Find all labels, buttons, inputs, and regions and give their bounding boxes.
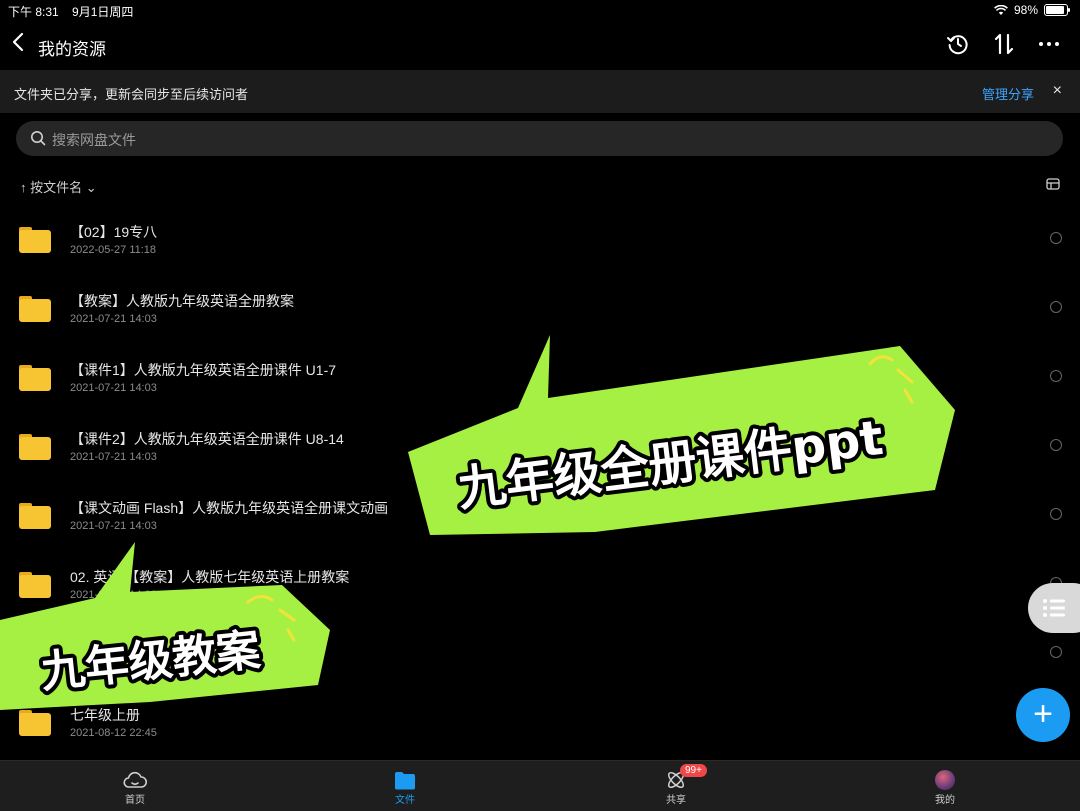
search-input[interactable] [50,121,954,158]
select-radio[interactable] [1050,646,1062,658]
list-icon [1043,599,1065,617]
file-name: 【课件1】人教版九年级英语全册课件 U1-7 [70,362,337,378]
battery-percent: 98% [1013,3,1038,17]
file-date: 2021-07-21 14:03 [70,520,157,532]
chevron-left-icon [12,32,24,52]
search-icon [31,131,46,146]
folder-icon [19,503,51,529]
more-icon[interactable] [1038,32,1060,56]
history-icon[interactable] [946,32,970,56]
list-item[interactable]: 【教案】人教版九年级英语全册教案 2021-07-21 14:03 [0,265,1080,334]
select-radio[interactable] [1050,508,1062,520]
manage-share-link[interactable]: 管理分享 [982,84,1034,103]
tab-share[interactable]: 99+ 共享 [636,764,716,806]
tab-files[interactable]: 文件 [365,769,445,806]
file-name: 【课文动画 Flash】人教版九年级英语全册课文动画 [70,500,389,516]
header: 我的资源 [0,22,1080,70]
select-radio[interactable] [1050,370,1062,382]
callout-lesson-plan: 九年级教案 [0,542,330,710]
file-date: 2022-05-27 11:18 [70,244,157,256]
callout-ppt: 九年级全册课件ppt [408,335,955,535]
sort-by-name[interactable]: ↑ 按文件名 ⌄ [20,177,97,196]
tab-label: 共享 [666,795,686,806]
battery-icon [1044,4,1070,16]
folder-icon [19,365,51,391]
tab-me[interactable]: 我的 [905,769,985,806]
file-date: 2021-07-21 14:03 [70,451,157,463]
select-radio[interactable] [1050,301,1062,313]
notification-badge: 99+ [680,764,707,777]
folder-icon [19,434,51,460]
file-name: 【课件2】人教版九年级英语全册课件 U8-14 [70,431,344,447]
tab-label: 文件 [395,795,415,806]
folder-icon [19,227,51,253]
file-date: 2021-07-21 14:03 [70,313,157,325]
cloud-icon [123,771,147,788]
page-title: 我的资源 [38,40,106,59]
folder-icon [395,771,415,789]
folder-icon [19,296,51,322]
status-time: 下午 8:31 [8,5,59,19]
wifi-icon [994,4,1008,15]
file-name: 【教案】人教版九年级英语全册教案 [70,293,294,309]
list-view-fab[interactable] [1028,583,1080,633]
status-bar: 下午 8:31 9月1日周四 98% [0,0,1080,20]
status-date: 9月1日周四 [72,5,134,19]
select-radio[interactable] [1050,232,1062,244]
share-banner: 文件夹已分享，更新会同步至后续访问者 管理分享 × [0,70,1080,113]
list-item[interactable]: 【02】19专八 2022-05-27 11:18 [0,196,1080,265]
file-date: 2021-08-12 22:45 [70,727,157,739]
tab-home[interactable]: 首页 [95,769,175,806]
banner-text: 文件夹已分享，更新会同步至后续访问者 [14,87,249,102]
tab-bar: 首页 文件 99+ 共享 我的 [0,760,1080,811]
close-icon[interactable]: × [1053,82,1062,100]
search-bar[interactable] [16,121,1063,158]
sort-icon[interactable] [992,32,1016,56]
select-radio[interactable] [1050,439,1062,451]
avatar [935,770,955,790]
view-toggle-icon[interactable] [1046,178,1060,190]
file-date: 2021-07-21 14:03 [70,382,157,394]
file-name: 【02】19专八 [70,224,158,240]
tab-label: 首页 [125,795,145,806]
add-button[interactable]: + [1016,688,1070,742]
back-button[interactable] [12,32,24,58]
tab-label: 我的 [935,795,955,806]
